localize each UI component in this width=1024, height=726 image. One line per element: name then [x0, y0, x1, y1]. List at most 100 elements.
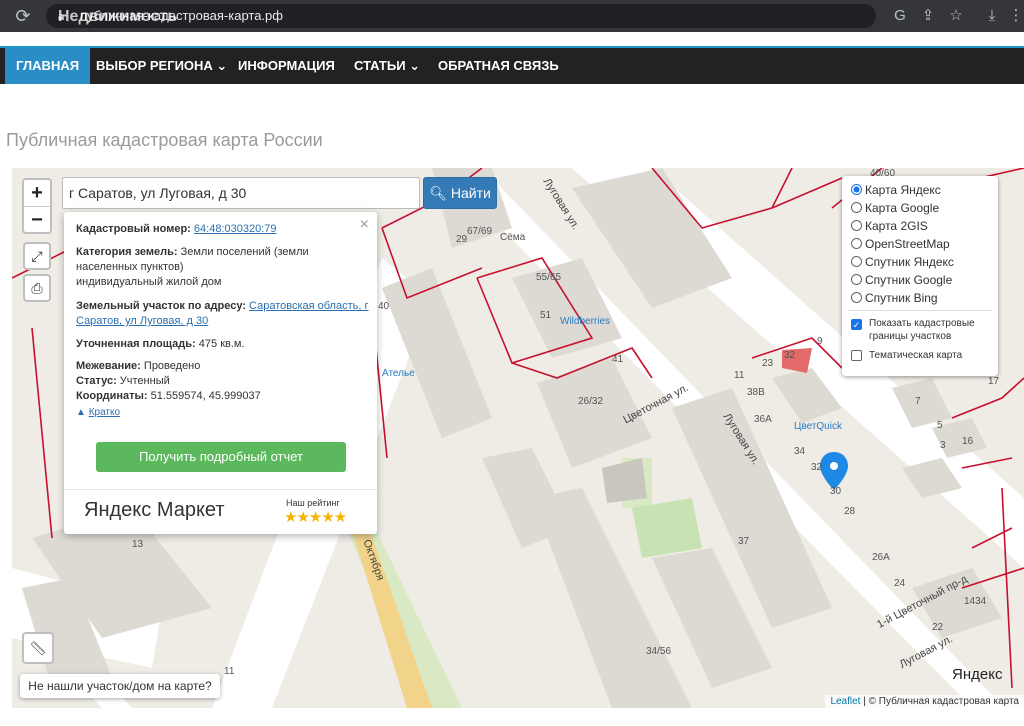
watermark-logo: Недвижимость: [58, 8, 178, 25]
cadastral-number-link[interactable]: 64:48:030320:79: [194, 223, 277, 235]
radio-icon: [851, 292, 862, 303]
toggle-cadastral-borders[interactable]: ✓ Показать кадастровые границы участков: [851, 317, 991, 343]
radio-icon: [851, 184, 862, 195]
house-number: 32: [811, 462, 823, 473]
house-number: 34: [794, 446, 806, 457]
house-number: 34/56: [646, 646, 672, 657]
rating-label: Наш рейтинг: [286, 498, 340, 508]
survey-value: Проведено: [143, 360, 201, 372]
map-attribution: Leaflet | © Публичная кадастровая карта: [825, 695, 1024, 708]
yandex-watermark: Яндекс: [952, 666, 1003, 683]
house-number: 29: [456, 234, 468, 245]
nav-feedback[interactable]: ОБРАТНАЯ СВЯЗЬ: [427, 48, 570, 84]
layer-option-osm[interactable]: OpenStreetMap: [851, 235, 950, 253]
leaflet-link[interactable]: Leaflet: [830, 696, 860, 707]
download-icon[interactable]: ⤓: [980, 4, 1004, 28]
share-icon[interactable]: ⇪: [916, 4, 940, 28]
survey-label: Межевание:: [76, 360, 141, 372]
area-label: Уточненная площадь:: [76, 338, 196, 350]
map-container[interactable]: 30 32 34 28 26А 24 22 37 34/56 26/32 55/…: [12, 168, 1024, 708]
coords-label: Координаты:: [76, 390, 148, 402]
toggle-thematic-map[interactable]: Тематическая карта: [851, 349, 991, 362]
page-title: Публичная кадастровая карта России: [6, 130, 323, 150]
divider: [64, 489, 377, 490]
zoom-in-button[interactable]: +: [24, 180, 50, 206]
house-number: 40: [378, 301, 390, 312]
house-number: 1434: [964, 596, 987, 607]
area-value: 475 кв.м.: [198, 338, 245, 350]
browser-toolbar: ⟳ 🔒︎ публичная-кадастровая-карта.рф Недв…: [0, 0, 1024, 32]
not-found-button[interactable]: Не нашли участок/дом на карте?: [20, 674, 220, 698]
collapse-link[interactable]: Кратко: [89, 407, 120, 418]
get-report-button[interactable]: Получить подробный отчет: [96, 442, 346, 472]
ruler-icon[interactable]: 📏︎: [22, 632, 54, 664]
house-number: 51: [540, 310, 552, 321]
search-icon: 🔍︎: [429, 185, 447, 201]
house-number: 41: [612, 354, 624, 365]
nav-home[interactable]: ГЛАВНАЯ: [5, 48, 91, 84]
google-icon[interactable]: G: [888, 4, 912, 28]
layer-option-yandex-satellite[interactable]: Спутник Яндекс: [851, 253, 954, 271]
poi-label: Ателье: [382, 368, 415, 379]
house-number: 23: [762, 358, 774, 369]
house-number: 37: [738, 536, 750, 547]
main-nav: ГЛАВНАЯ ВЫБОР РЕГИОНА ⌄ ИНФОРМАЦИЯ СТАТЬ…: [0, 46, 1024, 84]
poi-label: Wildberries: [560, 316, 611, 327]
house-number: 38В: [747, 387, 765, 398]
radio-icon: [851, 202, 862, 213]
parcel-info-popup: × Кадастровый номер: 64:48:030320:79 Кат…: [64, 212, 377, 534]
layer-option-bing-satellite[interactable]: Спутник Bing: [851, 289, 938, 307]
layer-option-2gis[interactable]: Карта 2GIS: [851, 217, 928, 235]
nav-region[interactable]: ВЫБОР РЕГИОНА ⌄: [85, 48, 238, 84]
layer-option-google-satellite[interactable]: Спутник Google: [851, 271, 952, 289]
rating-stars: ★★★★★: [284, 509, 347, 526]
layer-option-yandex-map[interactable]: Карта Яндекс: [851, 181, 941, 199]
poi-label: Сёма: [500, 232, 526, 243]
house-number: 36А: [754, 414, 772, 425]
house-number: 17: [988, 376, 1000, 387]
radio-icon: [851, 220, 862, 231]
yandex-market-logo[interactable]: Яндекс Маркет: [84, 499, 225, 522]
checkbox-icon: [851, 350, 862, 361]
house-number: 9: [817, 336, 823, 347]
reload-icon[interactable]: ⟳: [12, 5, 34, 27]
star-icon[interactable]: ☆: [944, 4, 968, 28]
house-number: 26А: [872, 552, 890, 563]
caret-up-icon: ▲: [76, 407, 86, 418]
nav-articles[interactable]: СТАТЬИ ⌄: [343, 48, 431, 84]
cadastral-label: Кадастровый номер:: [76, 223, 191, 235]
status-label: Статус:: [76, 375, 117, 387]
address-search-input[interactable]: [62, 177, 420, 209]
house-number: 16: [962, 436, 974, 447]
house-number: 7: [915, 396, 921, 407]
nav-info[interactable]: ИНФОРМАЦИЯ: [227, 48, 346, 84]
address-label: Земельный участок по адресу:: [76, 300, 246, 312]
radio-icon: [851, 274, 862, 285]
radio-icon: [851, 256, 862, 267]
status-value: Учтенный: [119, 375, 170, 387]
checkbox-icon: ✓: [851, 319, 862, 330]
land-use: индивидуальный жилой дом: [76, 276, 222, 288]
search-button[interactable]: 🔍︎ Найти: [423, 177, 497, 209]
house-number: 28: [844, 506, 856, 517]
house-number: 5: [937, 420, 943, 431]
zoom-out-button[interactable]: −: [24, 206, 50, 232]
house-number: 11: [224, 666, 235, 677]
house-number: 11: [734, 370, 745, 381]
radio-icon: [851, 238, 862, 249]
layer-switcher: Карта Яндекс Карта Google Карта 2GIS Ope…: [842, 176, 998, 376]
house-number: 3: [940, 440, 946, 451]
divider: [848, 310, 992, 311]
fullscreen-icon[interactable]: ⤢: [23, 242, 51, 270]
house-number: 24: [894, 578, 906, 589]
house-number: 55/65: [536, 272, 562, 283]
location-marker-icon: [820, 452, 848, 490]
print-icon[interactable]: ⎙: [23, 274, 51, 302]
house-number: 30: [830, 486, 842, 497]
poi-label: ЦветQuick: [794, 421, 842, 432]
house-number: 13: [132, 539, 144, 550]
layer-option-google-map[interactable]: Карта Google: [851, 199, 939, 217]
house-number: 26/32: [578, 396, 604, 407]
category-label: Категория земель:: [76, 246, 178, 258]
menu-icon[interactable]: ⋮: [1004, 4, 1024, 28]
